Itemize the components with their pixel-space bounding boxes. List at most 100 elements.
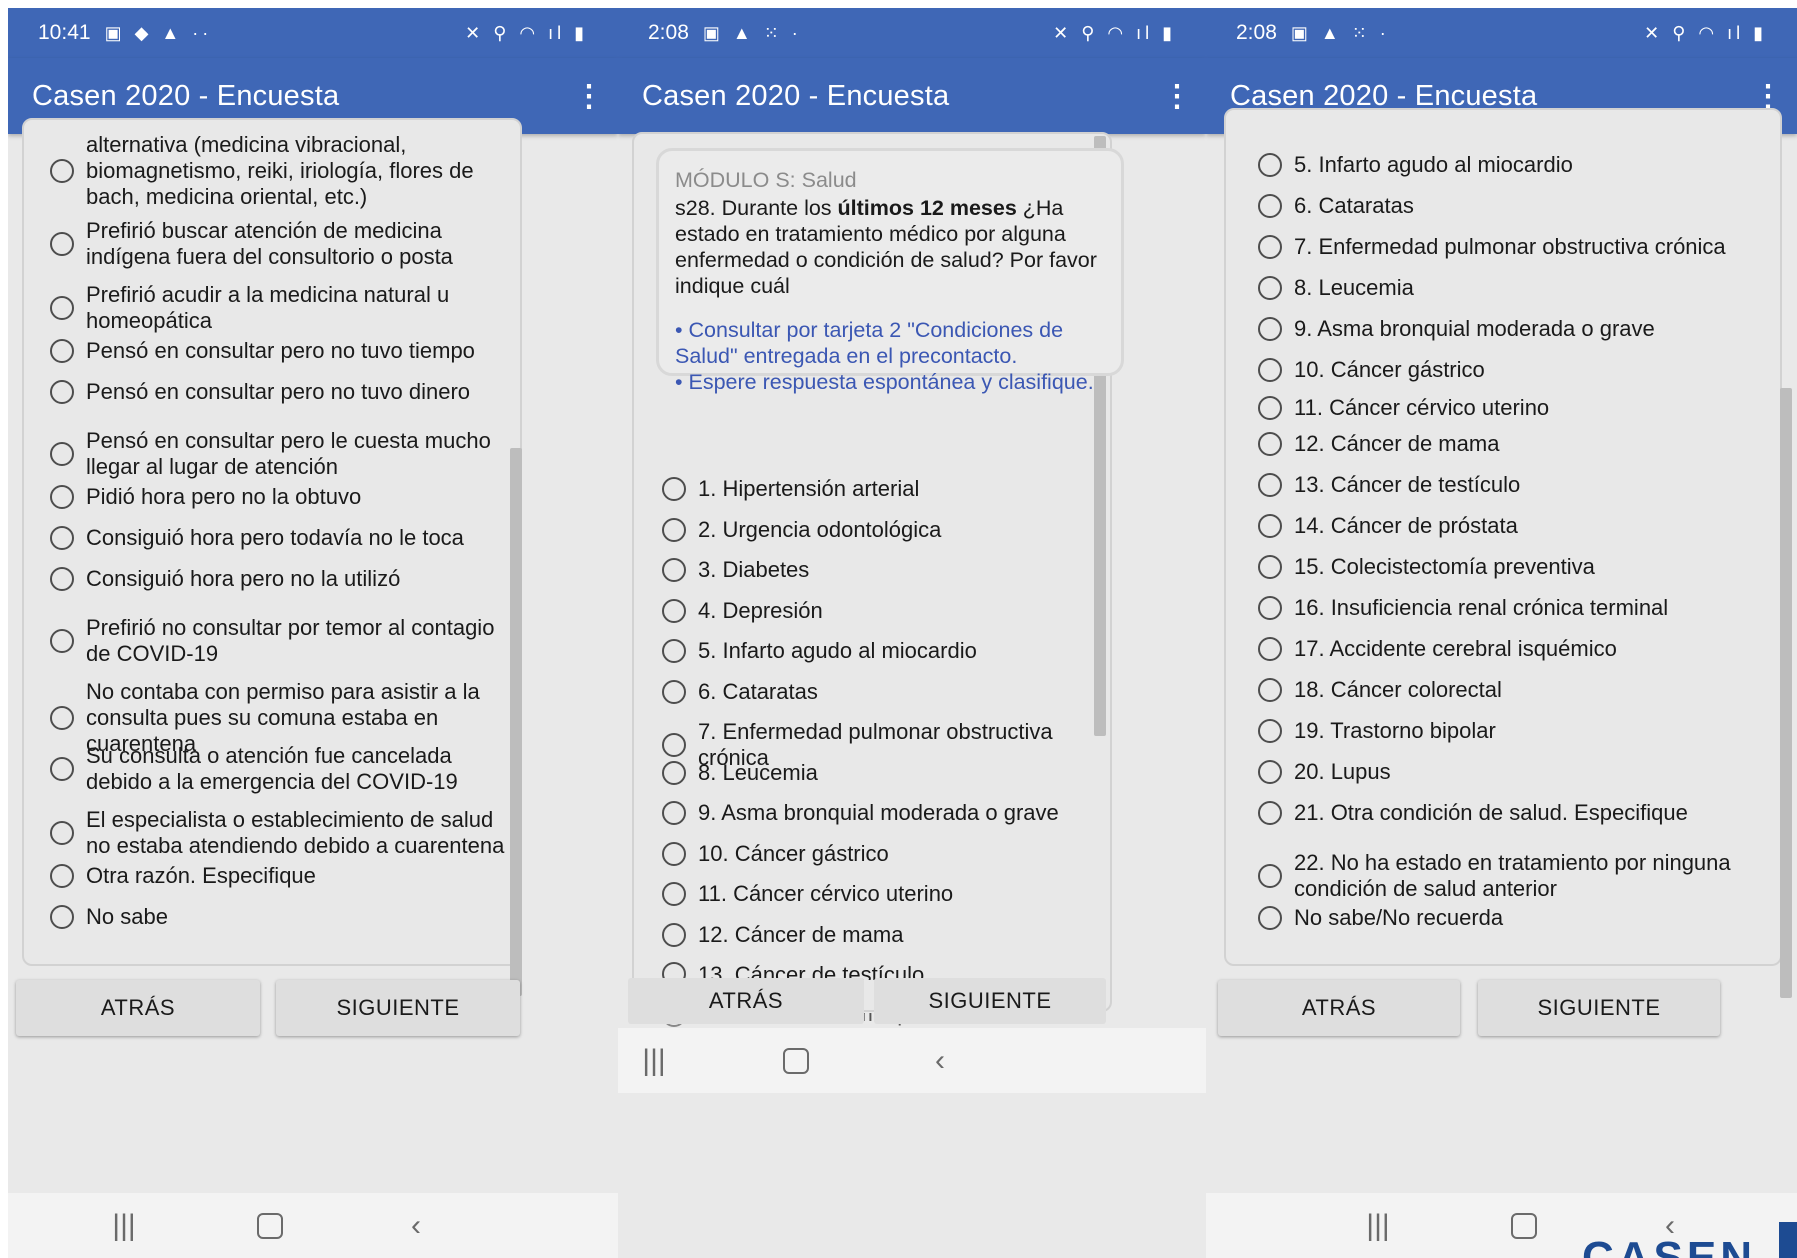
option-row[interactable]: 9. Asma bronquial moderada o grave [662, 800, 1102, 826]
option-row[interactable]: 5. Infarto agudo al miocardio [1258, 152, 1778, 178]
option-row[interactable]: Prefirió buscar atención de medicina ind… [50, 218, 510, 270]
radio-button[interactable] [1258, 678, 1282, 702]
radio-button[interactable] [50, 159, 74, 183]
option-row[interactable]: 5. Infarto agudo al miocardio [662, 638, 1102, 664]
home-nav-button[interactable] [1484, 1193, 1564, 1258]
radio-button[interactable] [50, 757, 74, 781]
scrollbar[interactable] [510, 448, 522, 996]
option-row[interactable]: No sabe [50, 904, 510, 930]
radio-button[interactable] [50, 706, 74, 730]
radio-button[interactable] [50, 567, 74, 591]
more-options-icon[interactable]: ⋮ [574, 79, 604, 114]
back-button[interactable]: ATRÁS [628, 978, 864, 1024]
radio-button[interactable] [662, 882, 686, 906]
recents-nav-button[interactable]: ||| [84, 1193, 164, 1258]
option-row[interactable]: 8. Leucemia [1258, 275, 1778, 301]
option-row[interactable]: 15. Colecistectomía preventiva [1258, 554, 1778, 580]
option-row[interactable]: Pensó en consultar pero le cuesta mucho … [50, 428, 510, 480]
radio-button[interactable] [1258, 194, 1282, 218]
radio-button[interactable] [662, 639, 686, 663]
option-row[interactable]: 11. Cáncer cérvico uterino [662, 881, 1102, 907]
radio-button[interactable] [662, 842, 686, 866]
option-row[interactable]: Pensó en consultar pero no tuvo tiempo [50, 338, 510, 364]
option-row[interactable]: 6. Cataratas [662, 679, 1102, 705]
radio-button[interactable] [1258, 358, 1282, 382]
radio-button[interactable] [662, 599, 686, 623]
option-row[interactable]: El especialista o establecimiento de sal… [50, 807, 510, 859]
radio-button[interactable] [662, 518, 686, 542]
radio-button[interactable] [50, 380, 74, 404]
back-nav-button[interactable]: ‹ [376, 1193, 456, 1258]
option-row[interactable]: Pensó en consultar pero no tuvo dinero [50, 379, 510, 405]
more-options-icon[interactable]: ⋮ [1162, 79, 1192, 114]
option-row[interactable]: 13. Cáncer de testículo [1258, 472, 1778, 498]
option-row[interactable]: 10. Cáncer gástrico [1258, 357, 1778, 383]
radio-button[interactable] [1258, 719, 1282, 743]
radio-button[interactable] [1258, 396, 1282, 420]
option-row[interactable]: 2. Urgencia odontológica [662, 517, 1102, 543]
option-row[interactable]: 11. Cáncer cérvico uterino [1258, 395, 1778, 421]
option-row[interactable]: 6. Cataratas [1258, 193, 1778, 219]
option-row[interactable]: 10. Cáncer gástrico [662, 841, 1102, 867]
radio-button[interactable] [662, 923, 686, 947]
option-row[interactable]: Consiguió hora pero no la utilizó [50, 566, 510, 592]
option-row[interactable]: 14. Cáncer de próstata [1258, 513, 1778, 539]
recents-nav-button[interactable]: ||| [618, 1028, 690, 1093]
option-row[interactable]: Su consulta o atención fue cancelada deb… [50, 743, 510, 795]
option-row[interactable]: Prefirió no consultar por temor al conta… [50, 615, 510, 667]
radio-button[interactable] [1258, 473, 1282, 497]
option-row[interactable]: 3. Diabetes [662, 557, 1102, 583]
back-button[interactable]: ATRÁS [1218, 980, 1460, 1036]
option-row[interactable]: 9. Asma bronquial moderada o grave [1258, 316, 1778, 342]
option-row[interactable]: 22. No ha estado en tratamiento por ning… [1258, 850, 1758, 902]
radio-button[interactable] [1258, 432, 1282, 456]
next-button[interactable]: SIGUIENTE [276, 980, 520, 1036]
next-button[interactable]: SIGUIENTE [1478, 980, 1720, 1036]
radio-button[interactable] [1258, 637, 1282, 661]
radio-button[interactable] [1258, 514, 1282, 538]
radio-button[interactable] [50, 442, 74, 466]
radio-button[interactable] [50, 864, 74, 888]
back-nav-button[interactable]: ‹ [900, 1028, 980, 1093]
radio-button[interactable] [662, 761, 686, 785]
radio-button[interactable] [1258, 235, 1282, 259]
radio-button[interactable] [50, 339, 74, 363]
radio-button[interactable] [662, 733, 686, 757]
radio-button[interactable] [50, 526, 74, 550]
option-row[interactable]: Pidió hora pero no la obtuvo [50, 484, 510, 510]
radio-button[interactable] [1258, 153, 1282, 177]
radio-button[interactable] [1258, 596, 1282, 620]
radio-button[interactable] [662, 801, 686, 825]
option-row[interactable]: 18. Cáncer colorectal [1258, 677, 1778, 703]
radio-button[interactable] [50, 629, 74, 653]
radio-button[interactable] [50, 905, 74, 929]
radio-button[interactable] [50, 485, 74, 509]
recents-nav-button[interactable]: ||| [1338, 1193, 1418, 1258]
option-row[interactable]: 4. Depresión [662, 598, 1102, 624]
radio-button[interactable] [1258, 760, 1282, 784]
option-row[interactable]: 16. Insuficiencia renal crónica terminal [1258, 595, 1778, 621]
option-row[interactable]: Consiguió hora pero todavía no le toca [50, 525, 510, 551]
radio-button[interactable] [1258, 317, 1282, 341]
next-button[interactable]: SIGUIENTE [874, 978, 1106, 1024]
option-row[interactable]: 7. Enfermedad pulmonar obstructiva cróni… [1258, 234, 1778, 260]
option-row[interactable]: alternativa (medicina vibracional, bioma… [50, 132, 510, 210]
option-row[interactable]: 8. Leucemia [662, 760, 1102, 786]
radio-button[interactable] [50, 232, 74, 256]
option-row[interactable]: Prefirió acudir a la medicina natural u … [50, 282, 510, 334]
scrollbar[interactable] [1780, 388, 1792, 998]
back-button[interactable]: ATRÁS [16, 980, 260, 1036]
radio-button[interactable] [662, 558, 686, 582]
option-row[interactable]: 12. Cáncer de mama [662, 922, 1102, 948]
home-nav-button[interactable] [756, 1028, 836, 1093]
option-row[interactable]: 12. Cáncer de mama [1258, 431, 1778, 457]
radio-button[interactable] [1258, 276, 1282, 300]
radio-button[interactable] [1258, 801, 1282, 825]
option-row[interactable]: 21. Otra condición de salud. Especifique [1258, 800, 1778, 826]
radio-button[interactable] [662, 477, 686, 501]
option-row[interactable]: 1. Hipertensión arterial [662, 476, 1102, 502]
option-row[interactable]: 20. Lupus [1258, 759, 1778, 785]
home-nav-button[interactable] [230, 1193, 310, 1258]
option-row[interactable]: Otra razón. Especifique [50, 863, 510, 889]
option-row[interactable]: 19. Trastorno bipolar [1258, 718, 1778, 744]
